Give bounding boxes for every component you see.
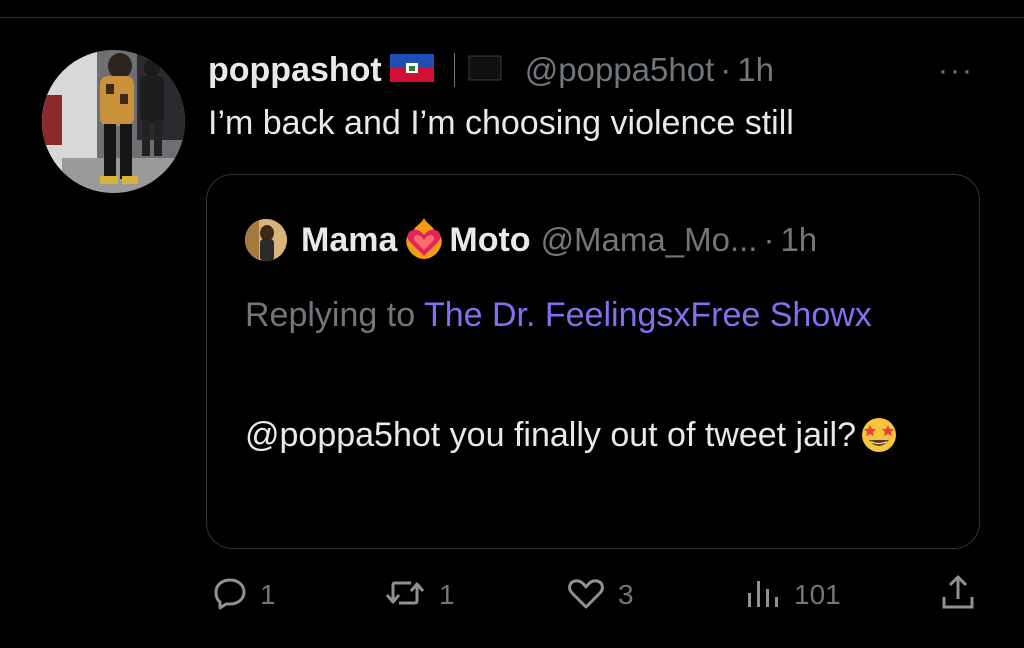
header-divider bbox=[453, 53, 455, 87]
share-button[interactable] bbox=[940, 570, 976, 620]
quoted-timestamp[interactable]: 1h bbox=[780, 221, 817, 259]
tweet-actions: 1 1 3 101 bbox=[0, 570, 1024, 620]
replying-prefix: Replying to bbox=[245, 296, 416, 334]
like-button[interactable]: 3 bbox=[566, 570, 634, 620]
timestamp[interactable]: 1h bbox=[737, 51, 774, 89]
like-icon bbox=[566, 575, 606, 616]
share-icon bbox=[940, 573, 976, 618]
handle[interactable]: @poppa5hot bbox=[525, 51, 715, 89]
quoted-tweet-text: @poppa5hot you finally out of tweet jail… bbox=[245, 409, 965, 469]
quoted-tweet-header: Mama Moto @Mama_Mo... · 1h bbox=[245, 217, 817, 261]
retweet-icon bbox=[383, 575, 427, 616]
heart-on-fire-icon bbox=[401, 216, 447, 265]
like-count: 3 bbox=[618, 579, 634, 610]
tweet-text: I’m back and I’m choosing violence still bbox=[208, 104, 794, 142]
replying-to: Replying to The Dr. FeelingsxFree Showx bbox=[245, 287, 945, 343]
haiti-flag-icon bbox=[389, 53, 434, 87]
more-icon[interactable]: ··· bbox=[938, 54, 974, 88]
quoted-tweet[interactable]: Mama Moto @Mama_Mo... · 1h Replying to T… bbox=[206, 174, 980, 549]
views-count: 101 bbox=[794, 579, 841, 610]
reply-count: 1 bbox=[260, 579, 276, 610]
quoted-text-content: @poppa5hot you finally out of tweet jail… bbox=[245, 416, 857, 454]
black-flag-icon bbox=[467, 53, 503, 88]
top-divider bbox=[0, 17, 1024, 18]
quoted-name-first[interactable]: Mama bbox=[301, 221, 397, 260]
separator-dot: · bbox=[720, 51, 732, 88]
tweet-header: poppashot @poppa5hot · 1h bbox=[208, 50, 774, 90]
views-icon bbox=[744, 575, 782, 616]
quoted-handle[interactable]: @Mama_Mo... bbox=[541, 221, 758, 259]
replying-to-link[interactable]: The Dr. FeelingsxFree Showx bbox=[424, 296, 872, 334]
reply-icon bbox=[212, 575, 248, 616]
retweet-count: 1 bbox=[439, 579, 455, 610]
quoted-name-second[interactable]: Moto bbox=[449, 221, 530, 260]
quoted-separator-dot: · bbox=[763, 221, 775, 258]
display-name[interactable]: poppashot bbox=[208, 51, 382, 90]
star-struck-emoji-icon bbox=[858, 414, 900, 469]
views-button[interactable]: 101 bbox=[744, 570, 841, 620]
reply-button[interactable]: 1 bbox=[212, 570, 276, 620]
quoted-avatar[interactable] bbox=[245, 219, 287, 261]
avatar[interactable] bbox=[42, 50, 185, 193]
retweet-button[interactable]: 1 bbox=[383, 570, 455, 620]
